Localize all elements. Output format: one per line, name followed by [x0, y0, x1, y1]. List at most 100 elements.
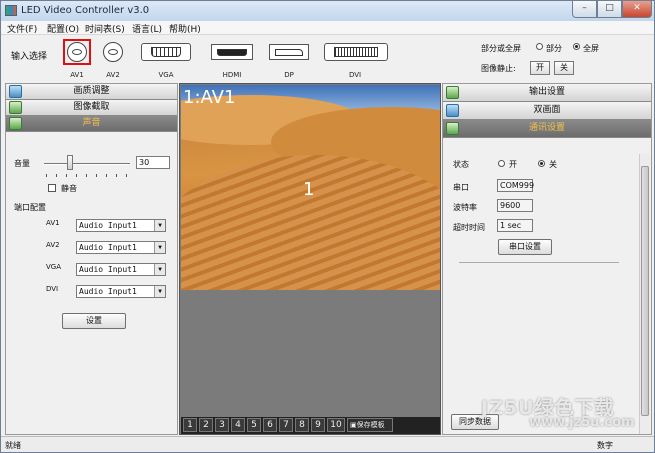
header-comm-settings[interactable]: 通讯设置: [443, 120, 651, 138]
maximize-button[interactable]: □: [597, 1, 622, 18]
chevron-down-icon[interactable]: ▼: [154, 264, 165, 275]
vga-connector-icon: [141, 43, 191, 61]
template-tab-5[interactable]: 5: [247, 418, 261, 432]
save-template-label: 保存模板: [356, 421, 385, 429]
dual-picture-icon: [446, 104, 459, 117]
left-settings-panel: 画质调整 图像截取 声音 音量 30 静音 端口配置 AV1 Audio Inp…: [5, 83, 178, 435]
template-tab-4[interactable]: 4: [231, 418, 245, 432]
header-sound-label: 声音: [82, 118, 101, 128]
volume-value-field[interactable]: 30: [136, 156, 170, 169]
chevron-down-icon[interactable]: ▼: [154, 286, 165, 297]
menu-language[interactable]: 语言(L): [132, 22, 162, 35]
port-vga-select[interactable]: Audio Input1 ▼: [76, 263, 166, 276]
header-dual-picture[interactable]: 双画面: [443, 102, 651, 120]
menu-config[interactable]: 配置(O): [47, 22, 79, 35]
desert-sand: [181, 155, 440, 290]
header-output-label: 输出设置: [528, 87, 565, 97]
fullscreen-radio-label: 全屏: [583, 44, 599, 53]
freeze-off-button[interactable]: 关: [554, 61, 574, 75]
chevron-down-icon[interactable]: ▼: [154, 242, 165, 253]
port-vga-value: Audio Input1: [79, 265, 137, 274]
template-tab-6[interactable]: 6: [263, 418, 277, 432]
volume-slider-thumb[interactable]: [66, 155, 73, 170]
title-bar: LED Video Controller v3.0 – □ ✕: [1, 1, 654, 21]
baud-rate-field[interactable]: 9600: [497, 199, 533, 212]
app-logo-icon: [5, 5, 17, 16]
av-connector-icon: [67, 42, 87, 62]
input-select-label: 输入选择: [11, 52, 48, 62]
source-hdmi-button[interactable]: [209, 39, 255, 65]
template-tab-2[interactable]: 2: [199, 418, 213, 432]
sound-icon: [9, 117, 22, 130]
port-av2-select[interactable]: Audio Input1 ▼: [76, 241, 166, 254]
screen-mode-label: 部分或全屏: [481, 44, 521, 53]
save-icon: ▣: [350, 421, 357, 429]
status-text: 就绪: [5, 441, 21, 450]
phone-icon: [446, 122, 459, 135]
freeze-label: 图像静止:: [481, 64, 516, 73]
port-av1-label: AV1: [46, 219, 60, 227]
mute-label: 静音: [61, 184, 77, 193]
header-image-crop[interactable]: 图像截取: [6, 100, 177, 116]
freeze-on-button[interactable]: 开: [530, 61, 550, 75]
source-vga-button[interactable]: [137, 39, 195, 65]
source-dvi-button[interactable]: [321, 39, 391, 65]
port-dvi-select[interactable]: Audio Input1 ▼: [76, 285, 166, 298]
port-av1-value: Audio Input1: [79, 221, 137, 230]
displayport-connector-icon: [269, 44, 309, 60]
menu-file[interactable]: 文件(F): [7, 22, 37, 35]
video-window[interactable]: 1:AV1 1: [181, 85, 440, 290]
comm-off-label: 关: [549, 160, 557, 169]
template-tab-7[interactable]: 7: [279, 418, 293, 432]
timeout-label: 超时时间: [453, 223, 485, 232]
comm-status-label: 状态: [453, 160, 469, 169]
port-config-label: 端口配置: [14, 203, 46, 212]
template-tab-3[interactable]: 3: [215, 418, 229, 432]
serial-settings-button[interactable]: 串口设置: [498, 239, 552, 255]
divider: [459, 262, 619, 263]
mute-checkbox[interactable]: [48, 184, 56, 192]
comm-on-radio[interactable]: [498, 160, 505, 167]
timeout-field[interactable]: 1 sec: [497, 219, 533, 232]
header-image-crop-label: 图像截取: [73, 102, 110, 112]
fullscreen-radio[interactable]: [573, 43, 580, 50]
sound-set-button[interactable]: 设置: [62, 313, 126, 329]
port-av2-label: AV2: [46, 241, 60, 249]
template-tab-8[interactable]: 8: [295, 418, 309, 432]
source-hdmi-label: HDMI: [222, 71, 242, 79]
window-title: LED Video Controller v3.0: [21, 5, 150, 16]
header-sound[interactable]: 声音: [6, 116, 177, 132]
template-tab-1[interactable]: 1: [183, 418, 197, 432]
port-vga-label: VGA: [46, 263, 62, 271]
save-template-button[interactable]: ▣保存模板: [347, 418, 393, 432]
chevron-down-icon[interactable]: ▼: [154, 220, 165, 231]
serial-port-label: 串口: [453, 183, 469, 192]
port-dvi-label: DVI: [46, 285, 59, 293]
serial-port-field[interactable]: COM999: [497, 179, 534, 192]
header-dual-label: 双画面: [533, 105, 561, 115]
menu-schedule[interactable]: 时间表(S): [85, 22, 125, 35]
template-tab-10[interactable]: 10: [327, 418, 345, 432]
minimize-button[interactable]: –: [572, 1, 597, 18]
source-av2-button[interactable]: [99, 39, 127, 65]
volume-slider-track[interactable]: [44, 163, 130, 165]
menu-help[interactable]: 帮助(H): [169, 22, 201, 35]
source-av1-button[interactable]: [63, 39, 91, 65]
template-tab-9[interactable]: 9: [311, 418, 325, 432]
header-output-settings[interactable]: 输出设置: [443, 84, 651, 102]
source-dp-label: DP: [284, 71, 294, 79]
comm-off-radio[interactable]: [538, 160, 545, 167]
source-dp-button[interactable]: [267, 39, 311, 65]
partial-radio[interactable]: [536, 43, 543, 50]
menu-bar: 文件(F) 配置(O) 时间表(S) 语言(L) 帮助(H): [1, 21, 654, 35]
video-window-number: 1: [303, 179, 315, 200]
image-quality-icon: [9, 85, 22, 98]
port-av1-select[interactable]: Audio Input1 ▼: [76, 219, 166, 232]
header-image-quality[interactable]: 画质调整: [6, 84, 177, 100]
scrollbar-thumb[interactable]: [641, 166, 649, 416]
right-panel-scrollbar[interactable]: [639, 154, 650, 434]
close-button[interactable]: ✕: [622, 1, 652, 18]
template-tab-strip: 1 2 3 4 5 6 7 8 9 10 ▣保存模板: [181, 417, 440, 434]
comm-on-label: 开: [509, 160, 517, 169]
app-window: LED Video Controller v3.0 – □ ✕ 文件(F) 配置…: [0, 0, 655, 453]
